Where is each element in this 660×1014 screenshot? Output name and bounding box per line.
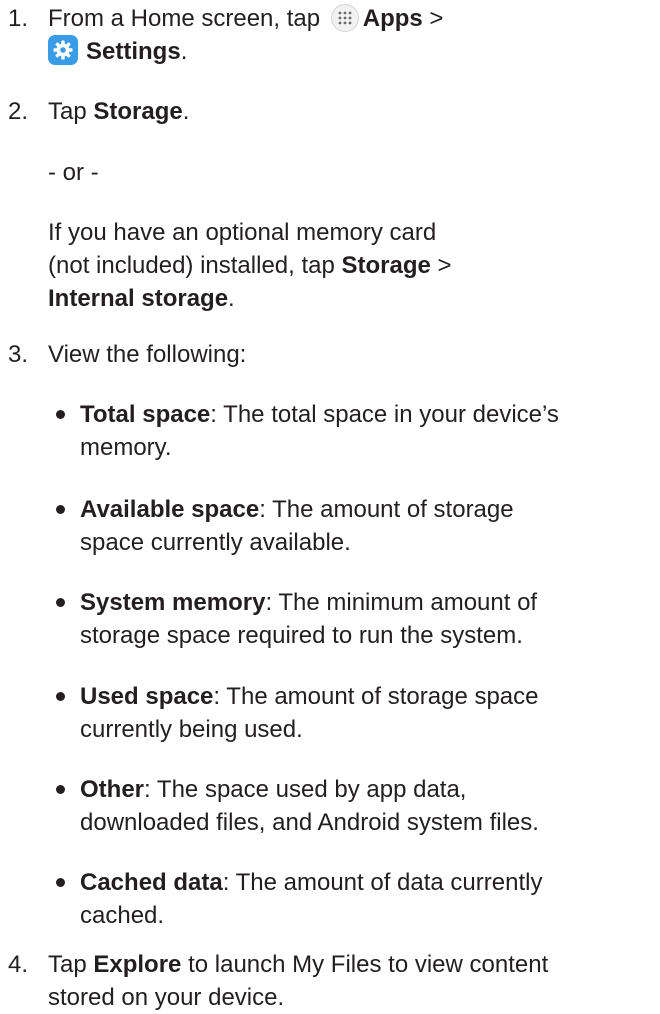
bullet-text: Used space: The amount of storage space … — [80, 680, 660, 746]
optional-line-2: (not included) installed, tap Storage > — [48, 249, 654, 282]
optional-text: (not included) installed, tap — [48, 252, 342, 279]
internal-storage-label: Internal storage — [48, 285, 229, 312]
step-body: Tap Storage. - or - If you have an optio… — [48, 95, 654, 315]
storage-label: Storage — [93, 98, 183, 125]
bullet-text: Other: The space used by app data, downl… — [80, 773, 660, 839]
bullet-dot — [56, 410, 65, 419]
bullet-line: Used space: The amount of storage space — [80, 680, 660, 713]
bullet-line: memory. — [80, 434, 172, 461]
bullet-dot — [56, 692, 65, 701]
bullet-line: Cached data: The amount of data currentl… — [80, 866, 660, 899]
settings-label: Settings — [86, 38, 181, 65]
separator: > — [430, 252, 452, 279]
separator: > — [422, 5, 444, 32]
bullet-text: Cached data: The amount of data currentl… — [80, 866, 660, 932]
period: . — [182, 98, 190, 125]
step-line: stored on your device. — [48, 984, 285, 1011]
bullet-desc: : The minimum amount of — [265, 589, 538, 616]
bullet-term: Cached data — [80, 869, 223, 896]
optional-line-3: Internal storage. — [48, 282, 654, 315]
step-number: 1. — [8, 5, 29, 32]
step-line: Settings. — [48, 35, 654, 68]
step-body: From a Home screen, tap Apps > Settings. — [48, 2, 654, 68]
optional-line-1: If you have an optional memory card — [48, 219, 437, 246]
explore-label: Explore — [93, 951, 182, 978]
step-number: 4. — [8, 951, 29, 978]
bullet-line: System memory: The minimum amount of — [80, 586, 660, 619]
step-text: View the following: — [48, 341, 247, 368]
step-text: From a Home screen, tap — [48, 5, 327, 32]
step-line: Tap Storage. — [48, 95, 654, 128]
bullet-dot — [56, 598, 65, 607]
bullet-dot — [56, 505, 65, 514]
bullet-desc: : The amount of storage — [259, 496, 514, 523]
period: . — [180, 38, 188, 65]
bullet-term: Other — [80, 776, 145, 803]
bullet-desc: : The amount of data currently — [222, 869, 543, 896]
step-text-after: to launch My Files to view content — [181, 951, 549, 978]
bullet-term: Used space — [80, 683, 214, 710]
settings-gear-icon — [48, 35, 78, 65]
bullet-line: Available space: The amount of storage — [80, 493, 660, 526]
step-line: From a Home screen, tap Apps > — [48, 2, 654, 35]
step-text: Tap — [48, 98, 94, 125]
step-body: Tap Explore to launch My Files to view c… — [48, 948, 654, 1014]
bullet-term: Available space — [80, 496, 260, 523]
bullet-text: Total space: The total space in your dev… — [80, 398, 660, 464]
period: . — [228, 285, 235, 312]
bullet-desc: : The space used by app data, — [144, 776, 467, 803]
bullet-line: cached. — [80, 902, 165, 929]
bullet-dot — [56, 878, 65, 887]
bullet-line: space currently available. — [80, 529, 351, 556]
bullet-desc: : The total space in your device’s — [210, 401, 559, 428]
or-text: - or - — [48, 159, 99, 186]
bullet-term: Total space — [80, 401, 211, 428]
bullet-line: downloaded files, and Android system fil… — [80, 809, 539, 836]
bullet-desc: : The amount of storage space — [213, 683, 539, 710]
bullet-dot — [56, 785, 65, 794]
bullet-text: Available space: The amount of storage s… — [80, 493, 660, 559]
bullet-line: currently being used. — [80, 716, 303, 743]
bullet-line: Other: The space used by app data, — [80, 773, 660, 806]
bullet-text: System memory: The minimum amount of sto… — [80, 586, 660, 652]
bullet-term: System memory — [80, 589, 266, 616]
step-text: Tap — [48, 951, 94, 978]
optional-storage-label: Storage — [341, 252, 431, 279]
step-line: Tap Explore to launch My Files to view c… — [48, 948, 654, 981]
step-body: View the following: — [48, 338, 654, 371]
apps-label: Apps — [362, 5, 423, 32]
instruction-document: 1. From a Home screen, tap Apps > Settin… — [0, 0, 660, 1011]
bullet-line: storage space required to run the system… — [80, 622, 523, 649]
apps-grid-icon — [330, 4, 359, 32]
step-number: 3. — [8, 341, 29, 368]
bullet-line: Total space: The total space in your dev… — [80, 398, 660, 431]
step-number: 2. — [8, 98, 29, 125]
